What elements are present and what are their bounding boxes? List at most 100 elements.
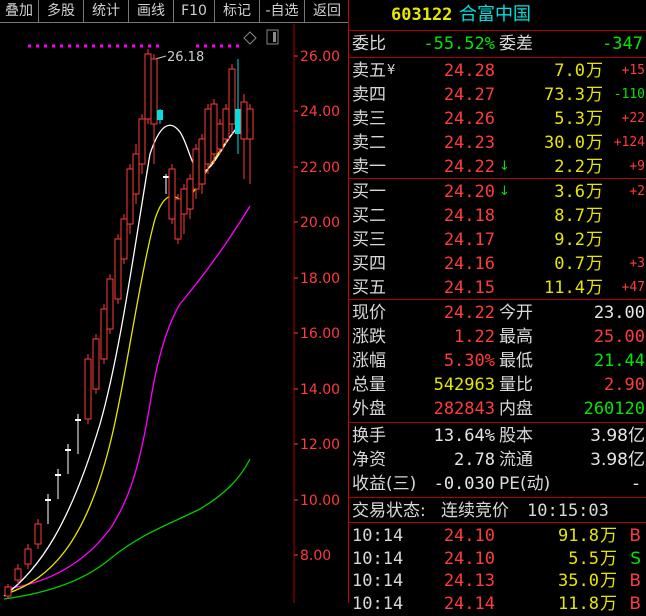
trade-status-label: 交易状态: <box>352 501 426 521</box>
volume-ratio: 2.90 <box>604 375 645 395</box>
sell-volume: 7.0 <box>554 61 585 81</box>
change: 1.22 <box>454 327 495 347</box>
tick-side: B <box>629 571 641 591</box>
divider <box>349 522 646 523</box>
fund-row-turnover: 换手 13.64% 股本 3.98亿 <box>349 424 646 448</box>
sell-row[interactable]: 卖四 24.27 73.3 万 -110 <box>349 83 646 107</box>
net-asset: 2.78 <box>454 450 495 470</box>
sell-price: 24.23 <box>443 133 495 153</box>
buy-change: +2 <box>629 184 645 199</box>
sell-change: +15 <box>621 63 645 78</box>
candle-body <box>163 176 169 178</box>
inner-volume: 260120 <box>583 399 645 419</box>
buy-change: +47 <box>621 280 645 295</box>
label: PE(动) <box>499 474 551 494</box>
quote-row-price: 现价 24.22 今开 23.00 <box>349 301 646 325</box>
divider <box>349 299 646 300</box>
tick-price: 24.14 <box>443 593 495 614</box>
sell-label: 卖三 <box>352 109 386 129</box>
buy-price: 24.18 <box>443 206 495 226</box>
back-button[interactable]: 返回 <box>305 0 349 23</box>
tick-unit: 万 <box>600 526 617 546</box>
buy-row[interactable]: 买二 24.18 8.7 万 <box>349 204 646 228</box>
sell-unit: 万 <box>586 157 603 177</box>
sell-price: 24.28 <box>443 61 495 81</box>
sell-price: 24.26 <box>443 109 495 129</box>
high-price: 25.00 <box>593 327 645 347</box>
mark-button[interactable]: 标记 <box>215 0 260 23</box>
sell-row[interactable]: 卖三 24.26 5.3 万 +22 <box>349 107 646 131</box>
buy-mark: ↓ <box>499 184 510 199</box>
price-tick: 8.00 <box>300 548 331 564</box>
divider <box>349 57 646 58</box>
sell-change: -110 <box>613 87 645 102</box>
sell-change: +9 <box>629 159 645 174</box>
price-tick: 22.00 <box>300 160 340 176</box>
diamond-icon[interactable] <box>243 31 257 45</box>
label: 现价 <box>352 303 386 323</box>
panel-toggle-icon-bar <box>273 32 276 42</box>
sell-row[interactable]: 卖一 ↓ 24.22 2.2 万 +9 <box>349 155 646 179</box>
total-volume: 542963 <box>433 375 495 395</box>
buy-volume: 8.7 <box>554 206 585 226</box>
f10-button[interactable]: F10 <box>174 0 215 23</box>
sell-change: +22 <box>621 111 645 126</box>
candle-body <box>114 238 122 300</box>
candle-body <box>240 101 248 140</box>
tick-price: 24.10 <box>443 548 495 569</box>
multi-stock-button[interactable]: 多股 <box>39 0 84 23</box>
buy-row[interactable]: 买一 ↓ 24.20 3.6 万 +2 <box>349 180 646 204</box>
sell-mark: ↓ <box>499 159 510 174</box>
tick-price: 24.13 <box>443 571 495 591</box>
overlay-button[interactable]: 叠加 <box>0 0 39 23</box>
price-tick: 18.00 <box>300 271 340 287</box>
weicha-value: -347 <box>602 34 643 54</box>
sell-row[interactable]: 卖五 ¥24.28 7.0 万 +15 <box>349 59 646 83</box>
kline-chart[interactable]: 26.18 26.00 24.00 22.00 20.00 18.00 16.0… <box>0 24 346 603</box>
sell-change: +124 <box>613 135 645 150</box>
tick-row: 10:14 24.13 35.0 万 B <box>349 569 646 591</box>
max-price-label: 26.18 <box>167 50 204 65</box>
sell-label: 卖四 <box>352 85 386 105</box>
tick-unit: 万 <box>600 593 617 614</box>
tick-row: 10:14 24.10 5.5 万 S <box>349 547 646 569</box>
candle-body <box>84 358 92 420</box>
weibi-label: 委比 <box>352 34 386 54</box>
buy-volume: 3.6 <box>554 182 585 202</box>
buy-unit: 万 <box>586 206 603 226</box>
buy-unit: 万 <box>586 182 603 202</box>
price-tick: 10.00 <box>300 493 340 509</box>
candle-body <box>216 123 224 150</box>
tick-side: S <box>630 548 641 569</box>
label: 股本 <box>499 426 533 446</box>
panel-toggle-icon[interactable] <box>266 29 279 45</box>
buy-row[interactable]: 买五 24.15 11.4 万 +47 <box>349 276 646 300</box>
sell-row[interactable]: 卖二 24.23 30.0 万 +124 <box>349 131 646 155</box>
label: 最高 <box>499 327 533 347</box>
add-watchlist-button[interactable]: -自选 <box>260 0 305 23</box>
candle-body <box>45 499 51 501</box>
label: 涨跌 <box>352 327 386 347</box>
candle-body <box>168 168 176 220</box>
buy-change: +3 <box>629 256 645 271</box>
sell-unit: 万 <box>586 109 603 129</box>
candle-body <box>198 138 206 185</box>
draw-line-button[interactable]: 画线 <box>129 0 174 23</box>
buy-row[interactable]: 买四 24.16 0.7 万 +3 <box>349 252 646 276</box>
tick-unit: 万 <box>600 571 617 591</box>
fund-row-netasset: 净资 2.78 流通 3.98亿 <box>349 448 646 472</box>
pe-ratio: - <box>632 474 639 494</box>
candle-body <box>186 178 194 210</box>
eps: -0.030 <box>433 474 495 494</box>
quote-row-pct: 涨幅 5.30% 最低 21.44 <box>349 349 646 373</box>
buy-unit: 万 <box>586 230 603 250</box>
candle-body <box>132 153 140 195</box>
label: 涨幅 <box>352 351 386 371</box>
buy-label: 买一 <box>352 182 386 202</box>
sell-mark: ¥ <box>387 63 396 78</box>
statistics-button[interactable]: 统计 <box>84 0 129 23</box>
ma-magenta-line <box>5 205 251 590</box>
sell-unit: 万 <box>586 133 603 153</box>
tick-volume: 5.5 <box>568 548 599 569</box>
buy-row[interactable]: 买三 24.17 9.2 万 <box>349 228 646 252</box>
